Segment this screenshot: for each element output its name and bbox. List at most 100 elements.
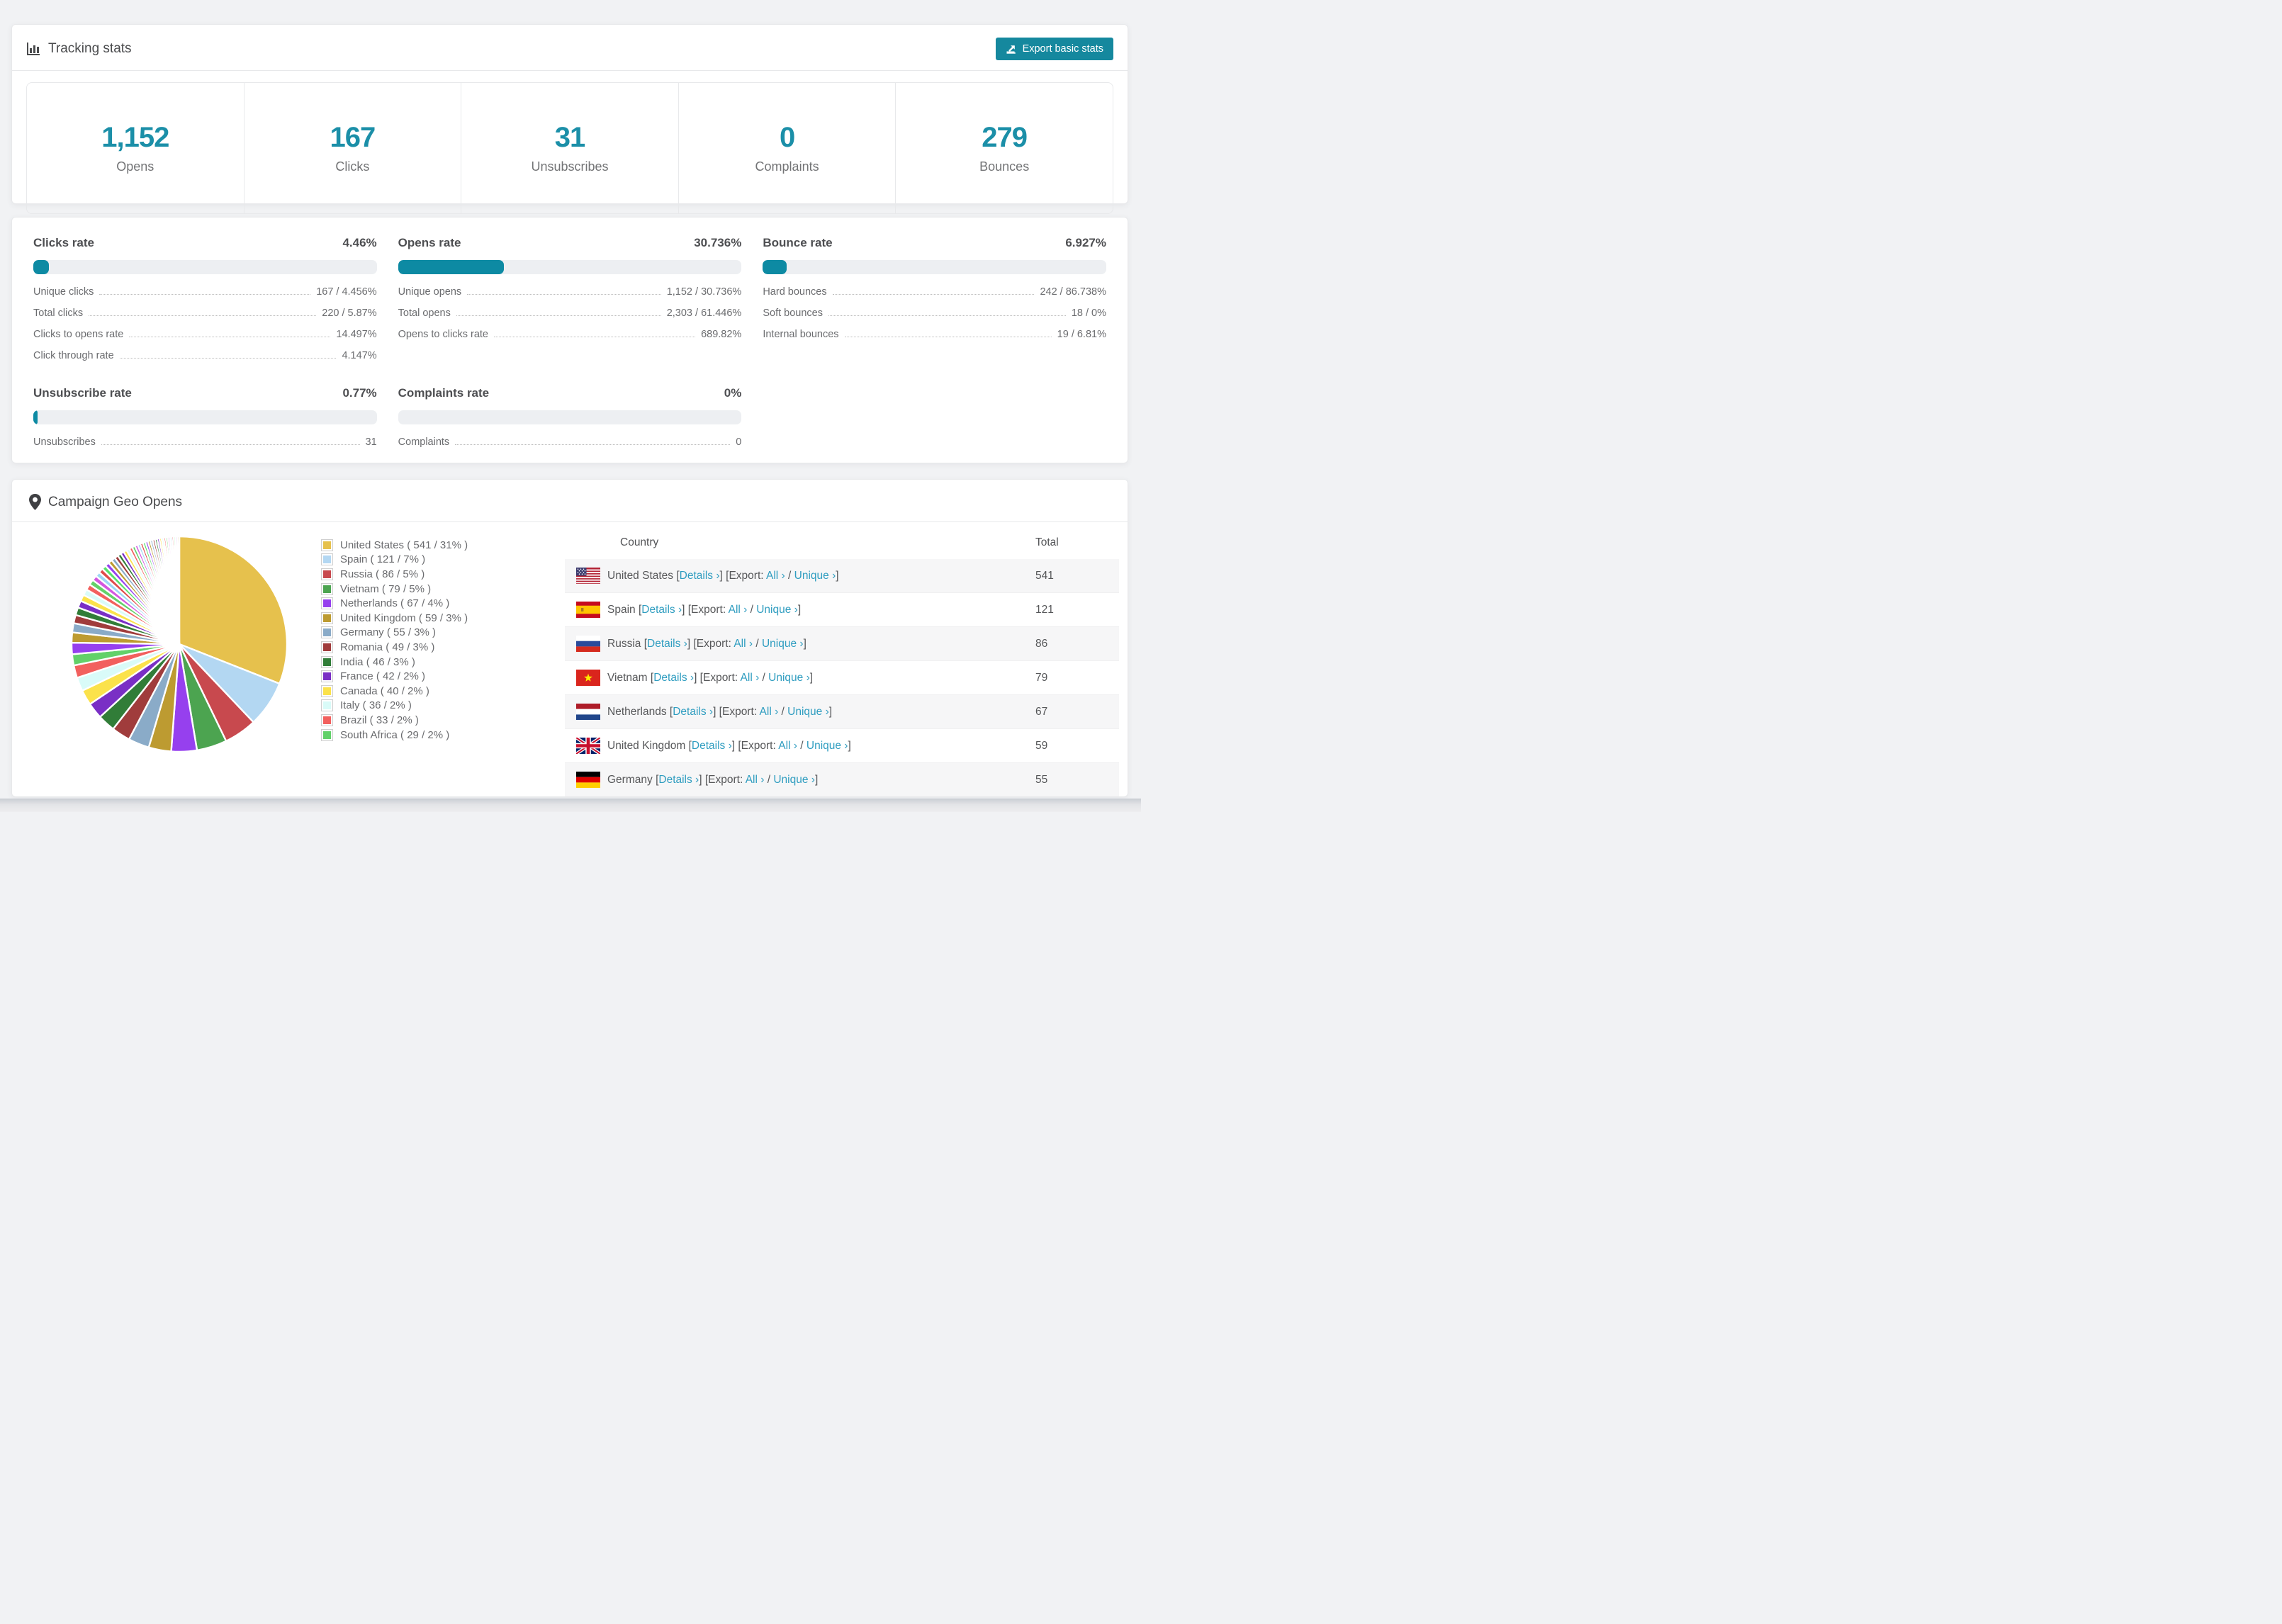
rate-row-label: Clicks to opens rate (33, 329, 124, 340)
rate-header: Complaints rate 0% (398, 386, 742, 400)
bracket: ] (797, 603, 802, 616)
stat-value: 1,152 (101, 122, 169, 153)
flag-icon-es (576, 602, 600, 618)
bracket: ] (836, 569, 839, 582)
rate-row-label: Unsubscribes (33, 436, 96, 448)
country-name: United States (607, 569, 677, 582)
details-link[interactable]: Details › (673, 706, 713, 718)
details-link[interactable]: Details › (680, 570, 720, 582)
flag-icon-vn (576, 670, 600, 686)
export-all-link[interactable]: All › (766, 570, 785, 582)
progress-bar-track (398, 410, 742, 424)
rate-value: 0.77% (342, 386, 377, 400)
export-unique-link[interactable]: Unique › (773, 774, 815, 786)
export-all-link[interactable]: All › (741, 672, 760, 684)
page: Tracking stats Export basic stats 1,152 O… (0, 0, 1141, 812)
legend-swatch-fill (323, 599, 331, 608)
legend-swatch-fill (323, 570, 331, 578)
geo-card: Campaign Geo Opens United States ( 541 /… (11, 479, 1128, 797)
rate-block: Clicks rate 4.46% Unique clicks 167 / 4.456… (33, 236, 377, 366)
rate-row-value: 689.82% (701, 329, 742, 340)
legend-label: Canada ( 40 / 2% ) (340, 684, 429, 697)
flag-icon-us (576, 568, 600, 584)
bracket: ] [Export: (687, 637, 734, 650)
legend-label: Netherlands ( 67 / 4% ) (340, 597, 450, 610)
rate-header: Bounce rate 6.927% (763, 236, 1106, 250)
details-link[interactable]: Details › (641, 604, 682, 616)
bracket: ] [Export: (682, 603, 729, 616)
rate-row-label: Total opens (398, 308, 451, 319)
legend-item: Netherlands ( 67 / 4% ) (321, 596, 468, 611)
bar-chart-icon (26, 42, 41, 57)
legend-swatch (321, 538, 333, 551)
dotted-leader (828, 315, 1066, 316)
legend-item: Vietnam ( 79 / 5% ) (321, 582, 468, 597)
rate-header: Unsubscribe rate 0.77% (33, 386, 377, 400)
legend-item: United Kingdom ( 59 / 3% ) (321, 611, 468, 626)
rate-row: Complaints 0 (398, 432, 742, 453)
progress-bar-track (33, 410, 377, 424)
rate-row-value: 1,152 / 30.736% (666, 286, 742, 298)
legend-item: United States ( 541 / 31% ) (321, 538, 468, 553)
dotted-leader (99, 294, 311, 295)
export-all-link[interactable]: All › (734, 638, 753, 650)
export-basic-stats-button[interactable]: Export basic stats (995, 38, 1113, 60)
details-link[interactable]: Details › (658, 774, 699, 786)
export-unique-link[interactable]: Unique › (756, 604, 798, 616)
details-link[interactable]: Details › (692, 740, 732, 752)
export-unique-link[interactable]: Unique › (768, 672, 810, 684)
geo-header: Campaign Geo Opens (12, 480, 1128, 522)
rate-row-label: Internal bounces (763, 329, 839, 340)
export-all-link[interactable]: All › (760, 706, 779, 718)
rate-row-label: Total clicks (33, 308, 84, 319)
stat-card: 0 Complaints (679, 83, 896, 213)
geo-legend: United States ( 541 / 31% ) Spain ( 121 /… (321, 538, 468, 742)
export-unique-link[interactable]: Unique › (806, 740, 848, 752)
legend-label: Romania ( 49 / 3% ) (340, 641, 435, 653)
total-cell: 86 (1035, 637, 1048, 650)
stat-label: Opens (116, 159, 154, 174)
details-link[interactable]: Details › (647, 638, 687, 650)
export-unique-link[interactable]: Unique › (787, 706, 829, 718)
total-cell: 67 (1035, 705, 1048, 718)
total-cell: 79 (1035, 671, 1048, 684)
legend-item: South Africa ( 29 / 2% ) (321, 728, 468, 743)
legend-swatch (321, 626, 333, 639)
rate-row: Unsubscribes 31 (33, 432, 377, 453)
country-cell: Netherlands [Details ›] [Export: All › /… (600, 706, 1035, 718)
bracket: ] (828, 705, 833, 718)
rate-row-value: 4.147% (342, 350, 377, 361)
export-all-link[interactable]: All › (778, 740, 797, 752)
legend-item: Romania ( 49 / 3% ) (321, 640, 468, 655)
legend-swatch-fill (323, 614, 331, 622)
progress-bar-track (33, 260, 377, 274)
geo-table-row: Germany [Details ›] [Export: All › / Uni… (565, 763, 1119, 796)
country-name: Spain (607, 603, 639, 616)
country-cell: Russia [Details ›] [Export: All › / Uniq… (600, 638, 1035, 650)
export-unique-link[interactable]: Unique › (794, 570, 836, 582)
legend-swatch (321, 728, 333, 741)
legend-label: United Kingdom ( 59 / 3% ) (340, 611, 468, 624)
details-link[interactable]: Details › (653, 672, 694, 684)
export-unique-link[interactable]: Unique › (762, 638, 804, 650)
legend-swatch-fill (323, 643, 331, 651)
progress-bar-track (763, 260, 1106, 274)
column-header-country: Country (620, 536, 659, 548)
bottom-band (0, 799, 1141, 812)
geo-table-row: Russia [Details ›] [Export: All › / Uniq… (565, 627, 1119, 661)
rate-rows: Unique opens 1,152 / 30.736% Total opens 2,… (398, 281, 742, 345)
rate-value: 4.46% (342, 236, 377, 249)
legend-label: Brazil ( 33 / 2% ) (340, 714, 419, 726)
export-all-link[interactable]: All › (746, 774, 765, 786)
rate-title: Clicks rate (33, 236, 94, 249)
legend-swatch (321, 553, 333, 566)
legend-swatch (321, 670, 333, 683)
rate-title: Opens rate (398, 236, 461, 249)
stat-card: 1,152 Opens (27, 83, 244, 213)
bracket: ] [Export: (731, 739, 779, 752)
legend-swatch-fill (323, 585, 331, 593)
legend-swatch (321, 568, 333, 580)
export-all-link[interactable]: All › (729, 604, 748, 616)
total-cell: 121 (1035, 603, 1054, 616)
country-cell: Germany [Details ›] [Export: All › / Uni… (600, 774, 1035, 786)
